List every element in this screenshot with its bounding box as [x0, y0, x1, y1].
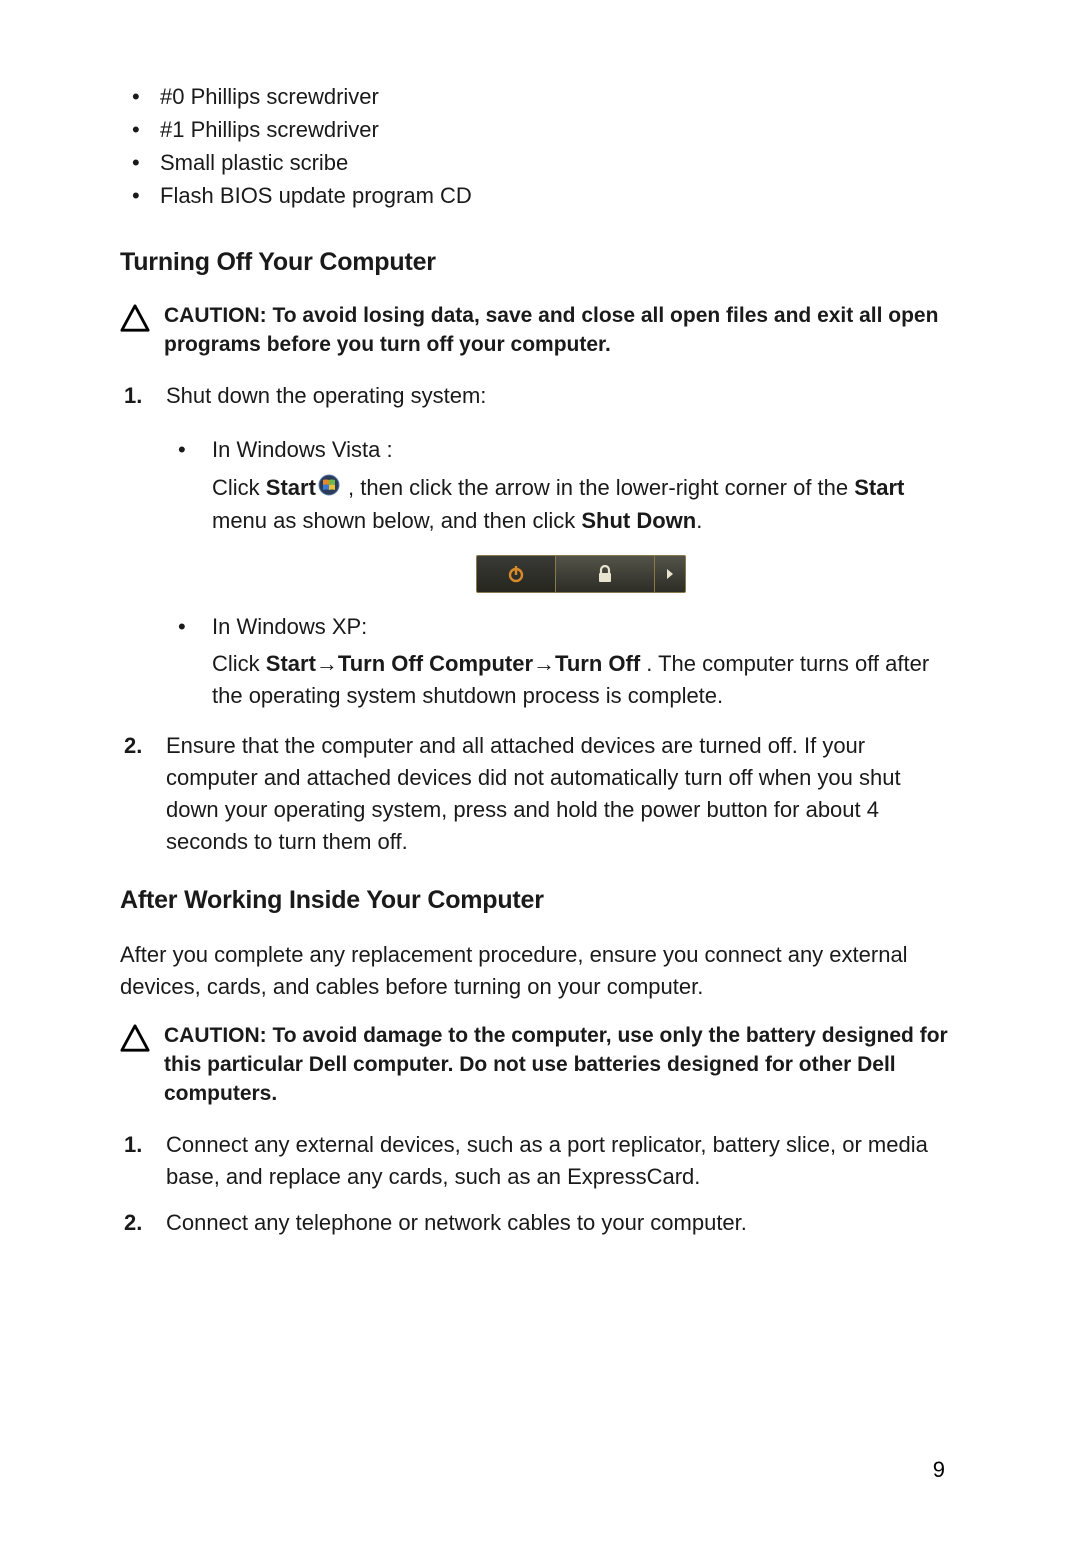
list-item: #0 Phillips screwdriver	[120, 80, 950, 113]
step-2: Ensure that the computer and all attache…	[120, 730, 950, 858]
caution-text: CAUTION: To avoid damage to the computer…	[164, 1021, 950, 1109]
xp-label: In Windows XP:	[212, 614, 367, 639]
shutdown-bold: Shut Down	[581, 508, 696, 533]
list-item: #1 Phillips screwdriver	[120, 113, 950, 146]
sub-item-xp: In Windows XP: Click Start → Turn Off Co…	[166, 611, 950, 713]
heading-turning-off: Turning Off Your Computer	[120, 248, 950, 277]
step-text: Shut down the operating system:	[166, 383, 486, 408]
windows-start-orb-icon	[318, 473, 340, 505]
steps-after-working: Connect any external devices, such as a …	[120, 1129, 950, 1239]
power-button-icon	[477, 556, 556, 592]
lock-button-icon	[556, 556, 655, 592]
steps-turning-off: Shut down the operating system: In Windo…	[120, 380, 950, 858]
sub-list: In Windows Vista : Click Start , then cl…	[166, 434, 950, 713]
shutdown-bar-image	[476, 555, 686, 593]
xp-instruction: Click Start → Turn Off Computer → Turn O…	[212, 648, 950, 712]
step-1: Connect any external devices, such as a …	[120, 1129, 950, 1193]
caution-icon	[120, 301, 150, 338]
caution-icon	[120, 1021, 150, 1058]
step-1: Shut down the operating system: In Windo…	[120, 380, 950, 712]
list-item: Small plastic scribe	[120, 146, 950, 179]
vista-label: In Windows Vista :	[212, 437, 393, 462]
caution-block: CAUTION: To avoid losing data, save and …	[120, 301, 950, 360]
page-number: 9	[933, 1457, 945, 1483]
sub-item-vista: In Windows Vista : Click Start , then cl…	[166, 434, 950, 593]
start-bold: Start	[266, 475, 316, 500]
caution-block: CAUTION: To avoid damage to the computer…	[120, 1021, 950, 1109]
heading-after-working: After Working Inside Your Computer	[120, 886, 950, 915]
start-bold: Start	[854, 475, 904, 500]
step-2: Connect any telephone or network cables …	[120, 1207, 950, 1239]
tool-list: #0 Phillips screwdriver #1 Phillips scre…	[120, 80, 950, 212]
arrow-button-icon	[655, 556, 685, 592]
caution-text: CAUTION: To avoid losing data, save and …	[164, 301, 950, 360]
list-item: Flash BIOS update program CD	[120, 179, 950, 212]
vista-instruction: Click Start , then click the arrow in th…	[212, 472, 950, 537]
intro-paragraph: After you complete any replacement proce…	[120, 939, 950, 1003]
